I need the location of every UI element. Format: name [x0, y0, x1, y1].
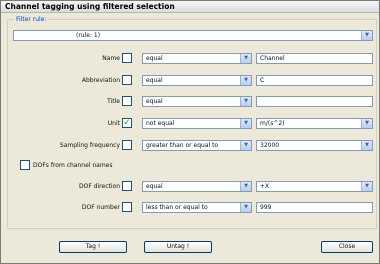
chevron-down-icon[interactable]: ▼ [361, 182, 372, 191]
unit-operator-value: not equal [146, 120, 175, 127]
rule-select-value: (rule: 1) [76, 32, 101, 39]
name-operator-select[interactable]: equal ▼ [142, 53, 252, 64]
sampling-frequency-value-select[interactable]: 32000 ▼ [256, 140, 373, 151]
filter-row-dof-number: DOF number less than or equal to ▼ 999 [8, 202, 378, 213]
dof-number-operator-select[interactable]: less than or equal to ▼ [142, 202, 252, 213]
filter-row-title: Title equal ▼ [8, 96, 378, 107]
title-operator-value: equal [146, 98, 163, 105]
unit-operator-select[interactable]: not equal ▼ [142, 118, 252, 129]
filter-row-dof-direction: DOF direction equal ▼ +X ▼ [8, 181, 378, 192]
chevron-down-icon[interactable]: ▼ [240, 54, 251, 63]
close-button[interactable]: Close [321, 241, 373, 253]
sampling-frequency-checkbox[interactable] [122, 140, 132, 150]
name-value-text: Channel [260, 55, 285, 62]
name-operator-value: equal [146, 55, 163, 62]
window-title: Channel tagging using filtered selection [1, 1, 379, 13]
dof-direction-checkbox[interactable] [122, 181, 132, 191]
chevron-down-icon[interactable]: ▼ [240, 119, 251, 128]
filter-row-abbreviation: Abbreviation equal ▼ C [8, 75, 378, 86]
sampling-frequency-operator-select[interactable]: greater than or equal to ▼ [142, 140, 252, 151]
chevron-down-icon[interactable]: ▼ [361, 141, 372, 150]
rule-select[interactable]: (rule: 1) ▼ [13, 30, 373, 41]
abbreviation-value-text: C [260, 77, 265, 84]
filter-rule-legend: Filter rule: [14, 15, 49, 24]
untag-button[interactable]: Untag ! [144, 241, 212, 253]
chevron-down-icon[interactable]: ▼ [240, 76, 251, 85]
abbreviation-label: Abbreviation [81, 77, 120, 84]
dof-number-value-text: 999 [260, 204, 272, 211]
unit-value-text: m/(s^2) [260, 120, 285, 127]
chevron-down-icon[interactable]: ▼ [240, 97, 251, 106]
title-checkbox[interactable] [122, 96, 132, 106]
abbreviation-checkbox[interactable] [122, 75, 132, 85]
sampling-frequency-operator-value: greater than or equal to [146, 142, 219, 149]
dof-direction-operator-select[interactable]: equal ▼ [142, 181, 252, 192]
dof-direction-operator-value: equal [146, 183, 163, 190]
chevron-down-icon[interactable]: ▼ [361, 119, 372, 128]
chevron-down-icon[interactable]: ▼ [240, 203, 251, 212]
dof-direction-value-text: +X [260, 183, 270, 190]
dof-number-checkbox[interactable] [122, 202, 132, 212]
unit-checkbox[interactable]: ✓ [122, 118, 132, 128]
title-operator-select[interactable]: equal ▼ [142, 96, 252, 107]
title-value-field[interactable] [256, 96, 373, 107]
dof-number-operator-value: less than or equal to [146, 204, 208, 211]
chevron-down-icon[interactable]: ▼ [361, 31, 372, 40]
tag-button[interactable]: Tag ! [59, 241, 127, 253]
dof-number-label: DOF number [81, 204, 120, 211]
chevron-down-icon[interactable]: ▼ [240, 182, 251, 191]
chevron-down-icon[interactable]: ▼ [240, 141, 251, 150]
title-label: Title [107, 98, 120, 105]
abbreviation-operator-select[interactable]: equal ▼ [142, 75, 252, 86]
filter-rule-group: Filter rule: (rule: 1) ▼ Name equal ▼ Ch… [7, 15, 378, 229]
name-label: Name [102, 55, 120, 62]
name-value-field[interactable]: Channel [256, 53, 373, 64]
abbreviation-operator-value: equal [146, 77, 163, 84]
unit-label: Unit [107, 120, 120, 127]
dofs-from-channel-names-checkbox[interactable] [20, 160, 30, 170]
filter-row-name: Name equal ▼ Channel [8, 53, 378, 64]
sampling-frequency-value-text: 32000 [260, 142, 280, 149]
filter-row-unit: Unit ✓ not equal ▼ m/(s^2) ▼ [8, 118, 378, 129]
checkmark-icon: ✓ [123, 118, 131, 128]
filter-row-sampling-frequency: Sampling frequency greater than or equal… [8, 140, 378, 151]
dof-direction-value-select[interactable]: +X ▼ [256, 181, 373, 192]
name-checkbox[interactable] [122, 53, 132, 63]
dof-number-value-field[interactable]: 999 [256, 202, 373, 213]
dof-direction-label: DOF direction [79, 183, 120, 190]
unit-value-select[interactable]: m/(s^2) ▼ [256, 118, 373, 129]
sampling-frequency-label: Sampling frequency [59, 142, 120, 149]
dofs-from-channel-names-label: DOFs from channel names [33, 162, 113, 169]
abbreviation-value-field[interactable]: C [256, 75, 373, 86]
dialog-window: Channel tagging using filtered selection… [0, 0, 380, 264]
dofs-from-channel-names-row: DOFs from channel names [8, 160, 378, 171]
